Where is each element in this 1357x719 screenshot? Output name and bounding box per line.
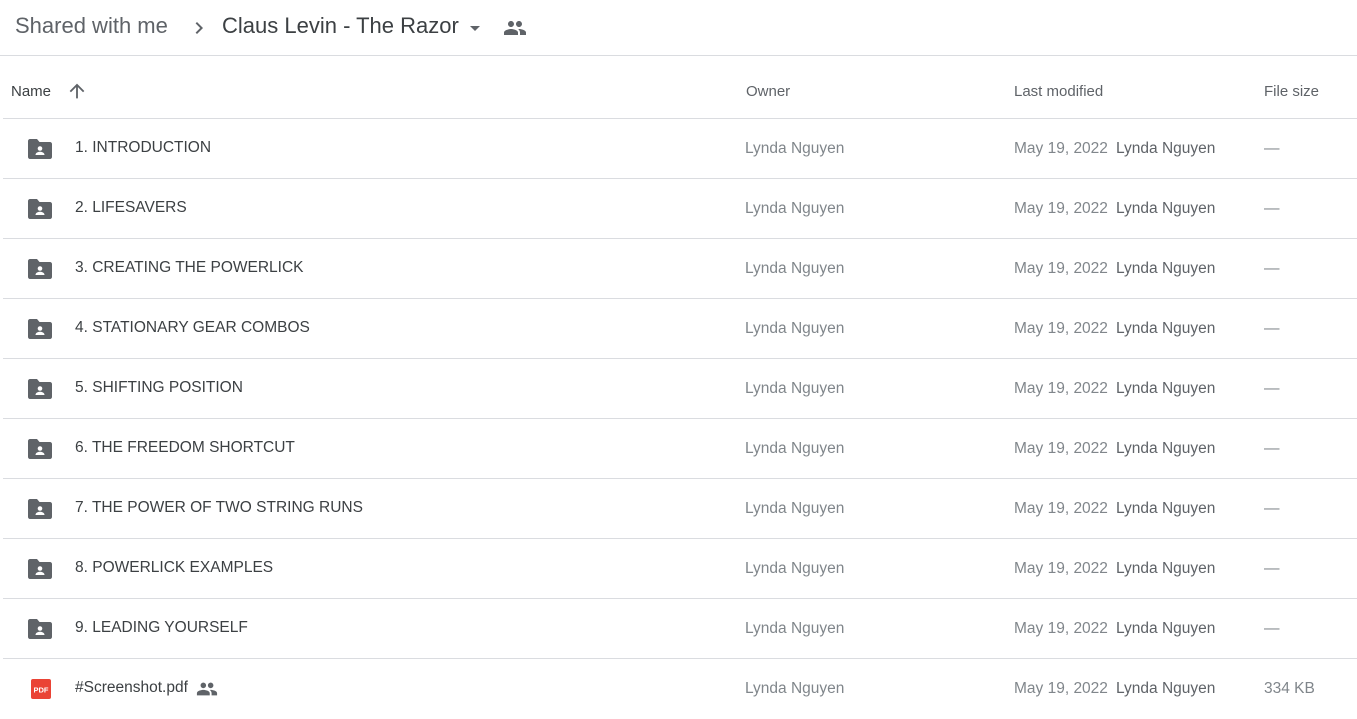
caret-down-icon[interactable]: [463, 16, 487, 40]
file-list: 1. INTRODUCTION Lynda Nguyen May 19, 2022 L…: [3, 119, 1357, 719]
breadcrumb-shared-with-me[interactable]: Shared with me: [15, 13, 168, 39]
shared-folder-icon: [28, 319, 52, 339]
last-modified-by: Lynda Nguyen: [1116, 620, 1216, 637]
owner-name: Lynda Nguyen: [745, 560, 845, 577]
file-size: —: [1264, 620, 1280, 637]
shared-folder-icon: [28, 439, 52, 459]
last-modified-by: Lynda Nguyen: [1116, 200, 1216, 217]
owner-name: Lynda Nguyen: [745, 440, 845, 457]
last-modified-date: May 19, 2022: [1014, 440, 1108, 457]
column-header-name[interactable]: Name: [11, 83, 51, 100]
shared-folder-icon: [28, 259, 52, 279]
file-size: —: [1264, 500, 1280, 517]
file-name: 4. STATIONARY GEAR COMBOS: [75, 319, 310, 336]
file-size: —: [1264, 200, 1280, 217]
file-row[interactable]: 9. LEADING YOURSELF Lynda Nguyen May 19, 2…: [3, 599, 1357, 659]
column-header-file-size[interactable]: File size: [1264, 83, 1319, 100]
file-name: 7. THE POWER OF TWO STRING RUNS: [75, 499, 363, 516]
file-size: —: [1264, 380, 1280, 397]
last-modified-by: Lynda Nguyen: [1116, 500, 1216, 517]
file-row[interactable]: 8. POWERLICK EXAMPLES Lynda Nguyen May 19,…: [3, 539, 1357, 599]
owner-name: Lynda Nguyen: [745, 500, 845, 517]
owner-name: Lynda Nguyen: [745, 260, 845, 277]
owner-name: Lynda Nguyen: [745, 380, 845, 397]
shared-folder-icon: [28, 379, 52, 399]
last-modified-date: May 19, 2022: [1014, 320, 1108, 337]
last-modified-date: May 19, 2022: [1014, 260, 1108, 277]
file-row[interactable]: 7. THE POWER OF TWO STRING RUNS Lynda Ngu…: [3, 479, 1357, 539]
last-modified-by: Lynda Nguyen: [1116, 560, 1216, 577]
file-name: 9. LEADING YOURSELF: [75, 619, 248, 636]
owner-name: Lynda Nguyen: [745, 200, 845, 217]
people-icon[interactable]: [503, 16, 527, 40]
last-modified-date: May 19, 2022: [1014, 560, 1108, 577]
file-name: 5. SHIFTING POSITION: [75, 379, 243, 396]
last-modified-by: Lynda Nguyen: [1116, 680, 1216, 697]
column-header-last-modified[interactable]: Last modified: [1014, 83, 1103, 100]
owner-name: Lynda Nguyen: [745, 680, 845, 697]
breadcrumb-current-folder[interactable]: Claus Levin - The Razor: [222, 13, 459, 39]
file-name: 1. INTRODUCTION: [75, 139, 212, 156]
arrow-up-icon[interactable]: [66, 80, 88, 102]
file-row[interactable]: 2. LIFESAVERS Lynda Nguyen May 19, 2022 Lyn…: [3, 179, 1357, 239]
file-size: —: [1264, 440, 1280, 457]
last-modified-date: May 19, 2022: [1014, 200, 1108, 217]
file-row[interactable]: PDF #Screenshot.pdf Lynda Nguyen May 19, …: [3, 659, 1357, 719]
pdf-icon-label: PDF: [34, 686, 49, 695]
file-name: 8. POWERLICK EXAMPLES: [75, 559, 274, 576]
owner-name: Lynda Nguyen: [745, 140, 845, 157]
file-size: —: [1264, 320, 1280, 337]
file-size: —: [1264, 260, 1280, 277]
file-size: —: [1264, 560, 1280, 577]
last-modified-by: Lynda Nguyen: [1116, 380, 1216, 397]
owner-name: Lynda Nguyen: [745, 620, 845, 637]
owner-name: Lynda Nguyen: [745, 320, 845, 337]
shared-folder-icon: [28, 199, 52, 219]
file-name: #Screenshot.pdf: [75, 679, 188, 696]
file-row[interactable]: 4. STATIONARY GEAR COMBOS Lynda Nguyen May…: [3, 299, 1357, 359]
shared-folder-icon: [28, 619, 52, 639]
last-modified-date: May 19, 2022: [1014, 140, 1108, 157]
file-row[interactable]: 1. INTRODUCTION Lynda Nguyen May 19, 2022 L…: [3, 119, 1357, 179]
file-size: 334 KB: [1264, 680, 1315, 697]
file-size: —: [1264, 140, 1280, 157]
column-header-row: Name Owner Last modified File size: [3, 57, 1357, 119]
last-modified-date: May 19, 2022: [1014, 380, 1108, 397]
breadcrumb: Shared with me Claus Levin - The Razor: [0, 0, 1357, 56]
last-modified-by: Lynda Nguyen: [1116, 140, 1216, 157]
pdf-icon: PDF: [31, 679, 51, 699]
last-modified-date: May 19, 2022: [1014, 620, 1108, 637]
shared-folder-icon: [28, 499, 52, 519]
shared-folder-icon: [28, 559, 52, 579]
last-modified-date: May 19, 2022: [1014, 680, 1108, 697]
file-name: 2. LIFESAVERS: [75, 199, 187, 216]
shared-folder-icon: [28, 139, 52, 159]
file-row[interactable]: 6. THE FREEDOM SHORTCUT Lynda Nguyen May 1…: [3, 419, 1357, 479]
file-row[interactable]: 3. CREATING THE POWERLICK Lynda Nguyen May…: [3, 239, 1357, 299]
last-modified-by: Lynda Nguyen: [1116, 320, 1216, 337]
file-name: 3. CREATING THE POWERLICK: [75, 259, 304, 276]
chevron-right-icon: [195, 22, 203, 34]
last-modified-by: Lynda Nguyen: [1116, 440, 1216, 457]
last-modified-by: Lynda Nguyen: [1116, 260, 1216, 277]
file-row[interactable]: 5. SHIFTING POSITION Lynda Nguyen May 19, …: [3, 359, 1357, 419]
last-modified-date: May 19, 2022: [1014, 500, 1108, 517]
file-name: 6. THE FREEDOM SHORTCUT: [75, 439, 295, 456]
people-icon: [196, 682, 218, 696]
column-header-owner[interactable]: Owner: [746, 83, 790, 100]
